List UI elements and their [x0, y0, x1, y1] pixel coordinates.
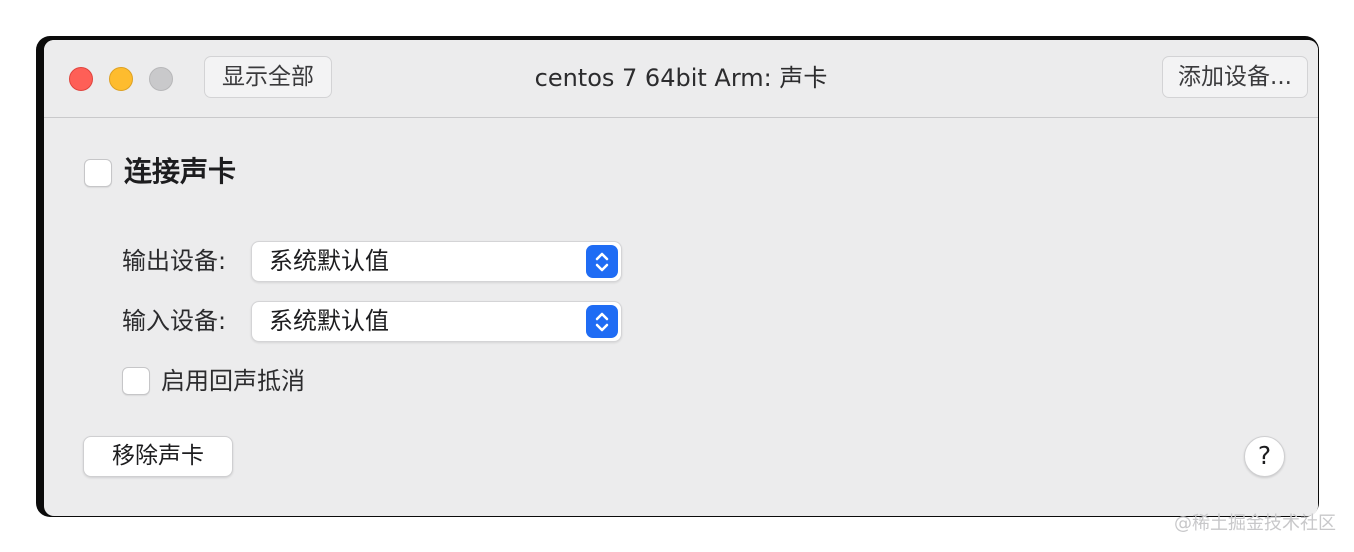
add-device-button[interactable]: 添加设备...: [1162, 56, 1308, 98]
chevron-up-down-icon: [586, 245, 618, 278]
watermark: @稀土掘金技术社区: [1174, 513, 1336, 534]
sound-card-settings-window: 显示全部 centos 7 64bit Arm: 声卡 添加设备... 连接声卡…: [44, 40, 1318, 516]
connect-sound-card-checkbox[interactable]: [84, 159, 112, 187]
remove-sound-card-button[interactable]: 移除声卡: [83, 436, 233, 477]
title-bar: 显示全部 centos 7 64bit Arm: 声卡 添加设备...: [44, 40, 1318, 118]
help-button[interactable]: ?: [1244, 436, 1285, 477]
output-device-select[interactable]: 系统默认值: [251, 241, 622, 282]
input-device-select[interactable]: 系统默认值: [251, 301, 622, 342]
connect-sound-card-label: 连接声卡: [124, 155, 237, 188]
input-device-value: 系统默认值: [269, 307, 389, 335]
echo-cancellation-label: 启用回声抵消: [161, 367, 305, 395]
chevron-up-down-icon: [586, 305, 618, 338]
output-device-label: 输出设备:: [122, 247, 227, 275]
window-title: centos 7 64bit Arm: 声卡: [534, 64, 828, 92]
echo-cancellation-checkbox[interactable]: [122, 367, 150, 395]
input-device-label: 输入设备:: [122, 307, 227, 335]
output-device-value: 系统默认值: [269, 247, 389, 275]
